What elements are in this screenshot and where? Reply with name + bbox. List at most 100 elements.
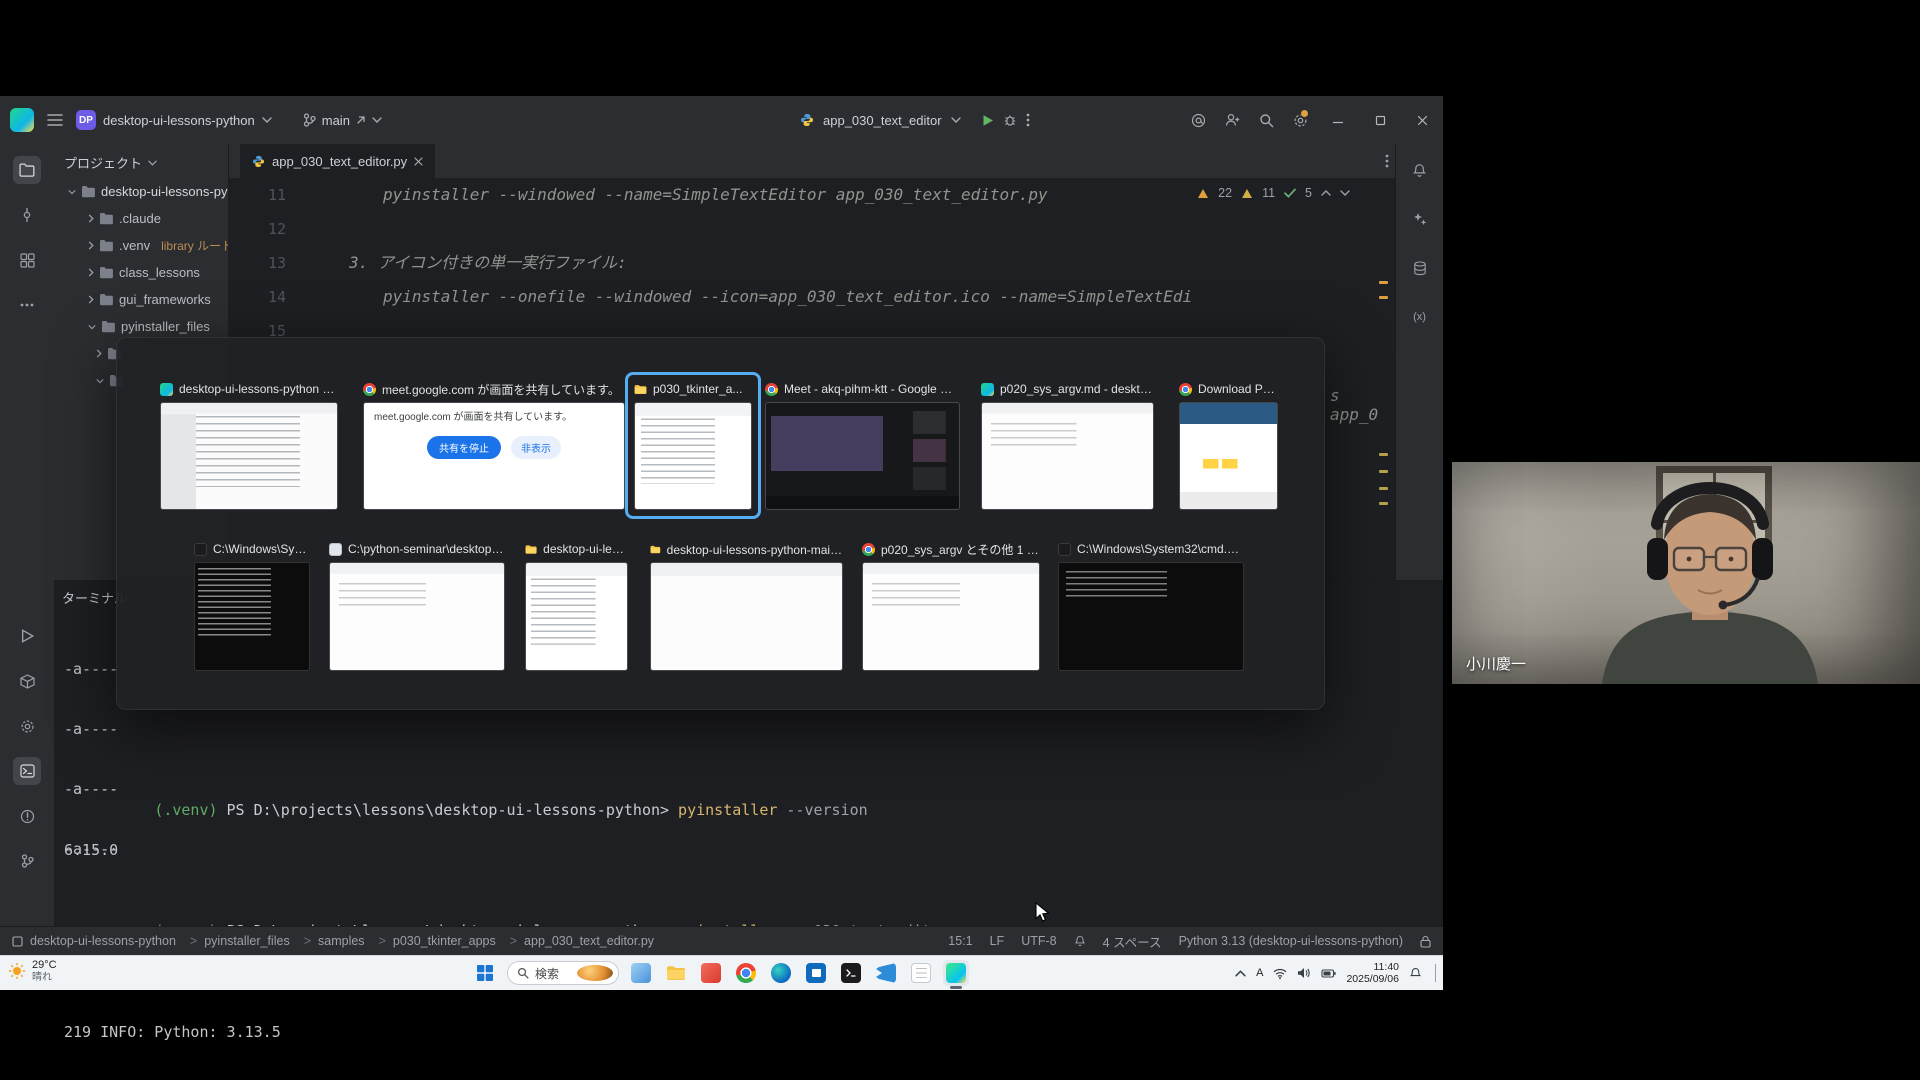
run-configuration-widget[interactable]: app_030_text_editor	[800, 96, 1030, 144]
settings-gear-icon[interactable]	[1283, 96, 1317, 144]
taskbar-vscode-icon[interactable]	[873, 960, 899, 986]
alt-tab-window-explorer-main[interactable]: desktop-ui-lessons-python-main - エク...	[641, 532, 852, 680]
breadcrumb[interactable]: p030_tkinter_apps	[372, 934, 496, 948]
project-tool-icon[interactable]	[13, 156, 41, 184]
minimize-button[interactable]	[1317, 96, 1359, 144]
search-everywhere-icon[interactable]	[1249, 96, 1283, 144]
project-tree-item-class-lessons[interactable]: class_lessons	[54, 259, 228, 286]
project-panel-header[interactable]: プロジェクト	[54, 144, 228, 178]
code-with-me-icon[interactable]	[1215, 96, 1249, 144]
file-encoding[interactable]: UTF-8	[1021, 934, 1056, 948]
breadcrumb-file[interactable]: app_030_text_editor.py	[503, 934, 654, 948]
taskbar-store-icon[interactable]	[803, 960, 829, 986]
window-title: C:\Windows\Syst...	[213, 542, 310, 556]
problems-tool-icon[interactable]	[13, 802, 41, 830]
project-tree-item-pyinstaller-files[interactable]: pyinstaller_files	[54, 313, 228, 340]
debug-button[interactable]	[1003, 113, 1017, 127]
status-bell-icon[interactable]	[1074, 935, 1086, 947]
variables-tool-icon[interactable]	[1406, 303, 1434, 331]
main-menu-hamburger-icon[interactable]	[47, 113, 63, 127]
tray-chevron-up-icon[interactable]	[1235, 970, 1246, 977]
python-interpreter[interactable]: Python 3.13 (desktop-ui-lessons-python)	[1179, 934, 1403, 948]
taskbar-explorer-icon[interactable]	[663, 960, 689, 986]
alt-tab-window-console-1[interactable]: C:\Windows\Syst...	[185, 532, 319, 680]
breadcrumb[interactable]: desktop-ui-lessons-python	[30, 934, 176, 948]
taskbar-terminal-icon[interactable]	[838, 960, 864, 986]
taskbar-photos-icon[interactable]	[628, 960, 654, 986]
taskbar-app-red-icon[interactable]	[698, 960, 724, 986]
project-tree-root[interactable]: desktop-ui-lessons-py	[54, 178, 228, 205]
alt-tab-switcher: desktop-ui-lessons-python – app... meet.…	[116, 337, 1325, 710]
alt-tab-window-markdown[interactable]: p020_sys_argv.md - desktop-ui-le...	[972, 372, 1163, 519]
structure-tool-icon[interactable]	[13, 246, 41, 274]
prev-problem-chevron-icon[interactable]	[1321, 190, 1331, 196]
caret-position[interactable]: 15:1	[948, 934, 972, 948]
project-selector[interactable]: DP desktop-ui-lessons-python	[76, 110, 272, 130]
lock-icon[interactable]	[1420, 935, 1431, 948]
alt-tab-window-explorer-selected[interactable]: p030_tkinter_a...	[625, 372, 761, 519]
search-highlight-icon	[577, 965, 613, 981]
pycharm-logo-icon	[10, 108, 34, 132]
taskbar-chrome-icon[interactable]	[733, 960, 759, 986]
indent-setting[interactable]: 4 スペース	[1103, 932, 1162, 951]
cmd-icon	[194, 543, 207, 556]
show-desktop-button[interactable]	[1435, 964, 1438, 982]
terminal-line: 219 INFO: Python: 3.13.5	[64, 1022, 1086, 1042]
taskbar-weather-widget[interactable]: 29°C 晴れ	[8, 959, 57, 983]
branch-name: main	[322, 113, 350, 128]
stop-sharing-button[interactable]: 共有を停止	[427, 436, 501, 459]
git-branch-widget[interactable]: main	[303, 113, 382, 128]
alt-tab-window-explorer-2[interactable]: desktop-ui-less...	[516, 532, 637, 680]
version-control-tool-icon[interactable]	[13, 847, 41, 875]
tab-options-kebab-icon[interactable]	[1385, 154, 1389, 168]
alt-tab-window-cmd[interactable]: C:\Windows\System32\cmd.exe	[1049, 532, 1253, 680]
window-preview	[194, 562, 310, 671]
alt-tab-window-pycharm[interactable]: desktop-ui-lessons-python – app...	[151, 372, 347, 519]
commit-tool-icon[interactable]	[13, 201, 41, 229]
at-icon[interactable]	[1181, 96, 1215, 144]
line-separator[interactable]: LF	[990, 934, 1005, 948]
restore-button[interactable]	[1359, 96, 1401, 144]
wifi-icon[interactable]	[1273, 968, 1287, 979]
taskbar-search-box[interactable]: 検索	[507, 961, 619, 985]
next-problem-chevron-icon[interactable]	[1340, 190, 1350, 196]
alt-tab-window-browser-tabs[interactable]: p020_sys_argv とその他 1 個のタブ ...	[853, 532, 1049, 680]
start-button[interactable]	[472, 960, 498, 986]
breadcrumb[interactable]: pyinstaller_files	[183, 934, 290, 948]
hide-button[interactable]: 非表示	[511, 436, 561, 459]
project-tree-item-gui-frameworks[interactable]: gui_frameworks	[54, 286, 228, 313]
taskbar-edge-icon[interactable]	[768, 960, 794, 986]
share-message: meet.google.com が画面を共有しています。	[364, 403, 624, 424]
notifications-bell-icon[interactable]	[1406, 156, 1434, 184]
database-tool-icon[interactable]	[1406, 254, 1434, 282]
inspections-widget[interactable]: 22 11 5	[1197, 186, 1350, 200]
project-tree-item-venv[interactable]: .venv library ルート	[54, 232, 228, 259]
close-button[interactable]	[1401, 96, 1443, 144]
run-tool-icon[interactable]	[13, 622, 41, 650]
services-tool-icon[interactable]	[13, 712, 41, 740]
alt-tab-window-python-download[interactable]: Download Pyth...	[1170, 372, 1287, 519]
taskbar-clock[interactable]: 11:40 2025/09/06	[1346, 961, 1399, 985]
tab-close-icon[interactable]	[414, 157, 423, 166]
alt-tab-window-python-seminar[interactable]: C:\python-seminar\desktop-ui-le...	[320, 532, 514, 680]
ai-assistant-icon[interactable]	[1406, 205, 1434, 233]
ime-mode-indicator[interactable]: A	[1256, 967, 1263, 979]
more-tools-icon[interactable]	[13, 291, 41, 319]
window-title: p020_sys_argv.md - desktop-ui-le...	[1000, 382, 1154, 396]
run-button[interactable]	[982, 114, 994, 127]
breadcrumb[interactable]: samples	[297, 934, 365, 948]
taskbar-notepad-icon[interactable]	[908, 960, 934, 986]
project-tree-item-claude[interactable]: .claude	[54, 205, 228, 232]
alt-tab-window-meet-chrome[interactable]: Meet - akq-pihm-ktt - Google Chrome	[756, 372, 969, 519]
notifications-icon[interactable]	[1409, 967, 1422, 980]
terminal-tool-icon[interactable]	[13, 757, 41, 785]
python-packages-tool-icon[interactable]	[13, 667, 41, 695]
tab-app-030-text-editor[interactable]: app_030_text_editor.py	[240, 144, 435, 178]
folder-icon	[525, 544, 537, 555]
more-actions-kebab-icon[interactable]	[1026, 113, 1030, 127]
speaker-icon[interactable]	[1297, 967, 1311, 979]
alt-tab-window-meet-share-bar[interactable]: meet.google.com が画面を共有しています。 meet.google…	[354, 372, 634, 519]
taskbar-pycharm-icon[interactable]	[943, 960, 969, 986]
battery-icon[interactable]	[1321, 969, 1336, 978]
folder-icon	[99, 212, 114, 225]
